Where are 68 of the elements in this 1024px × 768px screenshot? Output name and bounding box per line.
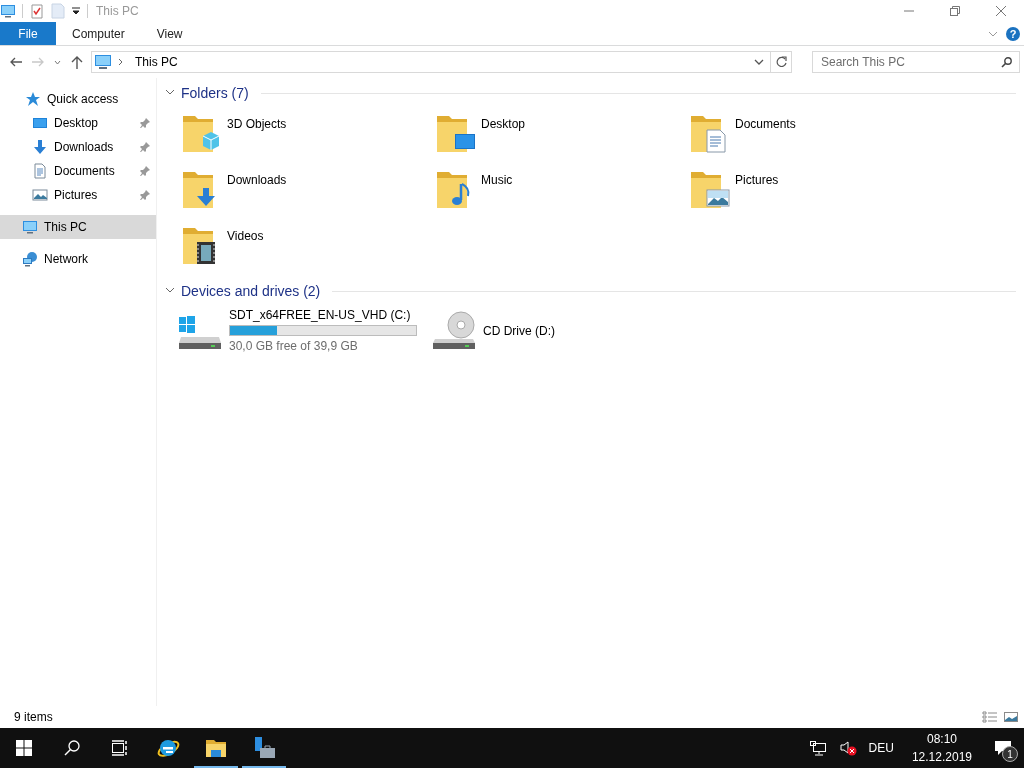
window-title: This PC [96, 4, 139, 18]
nav-label: Desktop [54, 116, 100, 130]
download-icon [32, 139, 48, 155]
nav-item[interactable]: Documents [0, 159, 156, 183]
folder-label[interactable]: 3D Objects [227, 117, 287, 131]
drive-free-space: 30,0 GB free of 39,9 GB [229, 339, 359, 353]
nav-item[interactable]: Desktop [0, 111, 156, 135]
folder-label[interactable]: Pictures [735, 173, 779, 187]
picture-icon [32, 187, 48, 203]
drive-name[interactable]: SDT_x64FREE_EN-US_VHD (C:) [229, 308, 417, 322]
network-icon[interactable] [808, 740, 827, 756]
notification-count: 1 [1002, 746, 1018, 762]
nav-item[interactable]: This PC [0, 215, 156, 239]
item-count: 9 items [14, 710, 53, 724]
nav-item[interactable]: Downloads [0, 135, 156, 159]
customize-caret-icon[interactable] [71, 6, 81, 16]
large-icons-view-icon[interactable] [1004, 711, 1018, 723]
document-icon [32, 163, 48, 179]
clock[interactable]: 08:10 12.12.2019 [911, 732, 972, 764]
refresh-icon[interactable] [775, 56, 787, 68]
up-arrow-icon[interactable] [71, 55, 83, 69]
nav-label: Quick access [47, 92, 120, 106]
properties-icon[interactable] [29, 3, 45, 19]
expand-ribbon-icon[interactable] [988, 29, 998, 38]
folder-label[interactable]: Downloads [227, 173, 287, 187]
chevron-icon[interactable] [165, 287, 175, 295]
computer-icon [0, 3, 16, 19]
desktop-icon [32, 115, 48, 131]
search-icon[interactable] [64, 740, 80, 756]
restore-icon[interactable] [950, 6, 960, 16]
close-icon[interactable] [996, 6, 1006, 16]
drive-name[interactable]: CD Drive (D:) [483, 323, 555, 338]
ribbon-tab[interactable]: Computer [56, 22, 141, 45]
nav-label: Network [44, 252, 89, 266]
nav-label: Documents [54, 164, 116, 178]
help-button[interactable]: ? [1006, 26, 1020, 41]
folder-label[interactable]: Desktop [481, 117, 526, 131]
chevron-icon[interactable] [165, 89, 175, 97]
folder-label[interactable]: Documents [735, 117, 796, 131]
task-view-icon[interactable] [111, 740, 129, 756]
recent-locations-caret-icon[interactable] [54, 59, 61, 65]
section-header[interactable]: Devices and drives (2) [181, 283, 321, 299]
address-bar[interactable]: This PC [91, 51, 792, 73]
nav-label: Pictures [54, 188, 99, 202]
folder-label[interactable]: Music [481, 173, 513, 187]
ribbon-tab[interactable]: View [140, 22, 199, 45]
back-arrow-icon[interactable] [10, 57, 22, 67]
search-field[interactable]: Search This PC [812, 51, 1020, 73]
network-icon [22, 251, 38, 267]
search-icon[interactable] [1001, 57, 1012, 68]
windows-start-icon[interactable] [16, 740, 32, 756]
star-icon [25, 91, 41, 107]
cd-drive-icon [431, 310, 477, 351]
section-header[interactable]: Folders (7) [181, 85, 249, 101]
nav-item[interactable]: Network [0, 247, 156, 271]
nav-label: Downloads [54, 140, 115, 154]
ribbon-tab[interactable]: File [0, 22, 56, 45]
breadcrumb-chevron-icon[interactable] [118, 58, 123, 66]
nav-item[interactable]: Pictures [0, 183, 156, 207]
speaker-muted-icon[interactable] [838, 740, 857, 756]
input-language[interactable]: DEU [868, 741, 894, 755]
nav-label: This PC [44, 220, 88, 234]
address-dropdown-icon[interactable] [754, 58, 764, 66]
computer-icon [22, 219, 38, 235]
breadcrumb-location[interactable]: This PC [135, 55, 178, 69]
folder-label[interactable]: Videos [227, 229, 264, 243]
computer-icon [94, 54, 112, 70]
nav-item[interactable]: Quick access [0, 87, 156, 111]
